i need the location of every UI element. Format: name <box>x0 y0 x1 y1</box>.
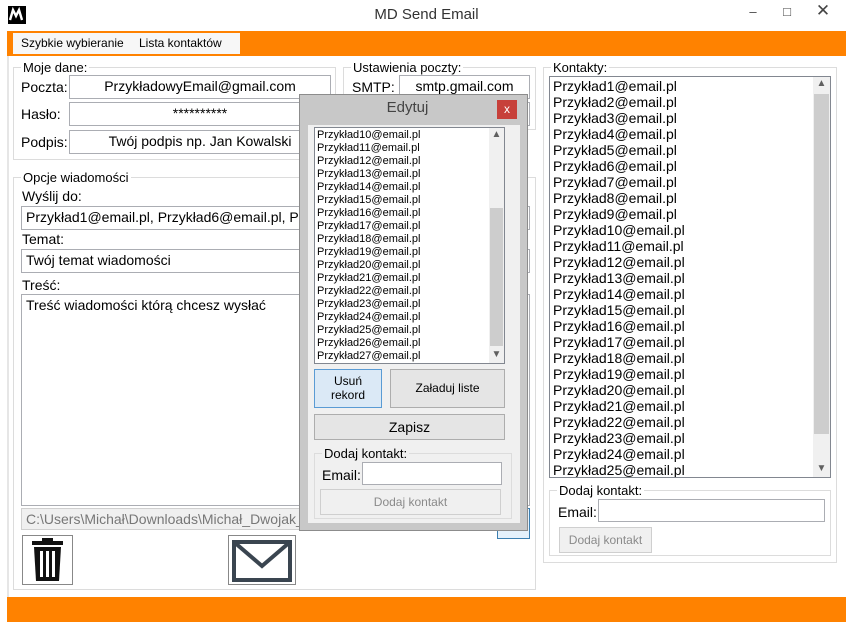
edit-dialog: Edytuj x Przykład10@email.pl Przykład11@e… <box>299 94 528 531</box>
contacts-scrollbar[interactable]: ▲ ▼ <box>813 77 830 477</box>
edit-scroll-thumb[interactable] <box>490 208 503 346</box>
edit-list-item[interactable]: Przykład11@email.pl <box>315 142 489 155</box>
contact-list-item[interactable]: Przykład15@email.pl <box>550 302 814 318</box>
title-bar: MD Send Email – □ ✕ <box>0 0 853 31</box>
contact-list-item[interactable]: Przykład7@email.pl <box>550 174 814 190</box>
contact-list-item[interactable]: Przykład16@email.pl <box>550 318 814 334</box>
dialog-email-label: Email: <box>322 467 361 483</box>
delete-record-label-1: Usuń <box>333 374 362 388</box>
subject-label: Temat: <box>22 231 65 247</box>
password-field[interactable]: ********** <box>69 102 331 126</box>
edit-list-item[interactable]: Przykład13@email.pl <box>315 168 489 181</box>
edit-list-item[interactable]: Przykład16@email.pl <box>315 207 489 220</box>
body-label: Treść: <box>22 277 61 293</box>
contact-list-item[interactable]: Przykład12@email.pl <box>550 254 814 270</box>
edit-list-item[interactable]: Przykład21@email.pl <box>315 272 489 285</box>
contact-list-item[interactable]: Przykład19@email.pl <box>550 366 814 382</box>
signature-field[interactable]: Twój podpis np. Jan Kowalski <box>69 130 331 154</box>
signature-label: Podpis: <box>21 134 68 150</box>
dialog-title: Edytuj <box>386 99 429 116</box>
add-contact-email-field[interactable] <box>598 499 825 522</box>
contact-list-item[interactable]: Przykład1@email.pl <box>550 78 814 94</box>
load-list-button[interactable]: Załaduj liste <box>390 369 505 408</box>
recipients-label: Wyślij do: <box>22 188 82 204</box>
contact-list-item[interactable]: Przykład2@email.pl <box>550 94 814 110</box>
edit-list-item[interactable]: Przykład20@email.pl <box>315 259 489 272</box>
menu-item-contact-list[interactable]: Lista kontaktów <box>131 33 230 54</box>
edit-list-item[interactable]: Przykład19@email.pl <box>315 246 489 259</box>
contact-list-item[interactable]: Przykład22@email.pl <box>550 414 814 430</box>
edit-list-item[interactable]: nowy@gmail.com <box>315 363 489 364</box>
contact-list-item[interactable]: Przykład8@email.pl <box>550 190 814 206</box>
password-label: Hasło: <box>21 106 61 122</box>
contact-list-item[interactable]: Przykład20@email.pl <box>550 382 814 398</box>
edit-list-item[interactable]: Przykład14@email.pl <box>315 181 489 194</box>
edit-list-item[interactable]: Przykład25@email.pl <box>315 324 489 337</box>
contacts-list[interactable]: Przykład1@email.pl Przykład2@email.pl Przy… <box>549 76 831 478</box>
minimize-button[interactable]: – <box>738 2 768 24</box>
close-button[interactable]: ✕ <box>800 0 846 22</box>
add-contact-legend: Dodaj kontakt: <box>559 483 643 498</box>
contact-list-item[interactable]: Przykład3@email.pl <box>550 110 814 126</box>
delete-record-button[interactable]: Usuń rekord <box>314 369 382 408</box>
add-contact-button[interactable]: Dodaj kontakt <box>559 527 652 553</box>
save-button[interactable]: Zapisz <box>314 414 505 440</box>
edit-list-item[interactable]: Przykład12@email.pl <box>315 155 489 168</box>
contact-list-item[interactable]: Przykład10@email.pl <box>550 222 814 238</box>
dialog-body: Przykład10@email.pl Przykład11@email.pl Pr… <box>308 125 520 523</box>
edit-list-item[interactable]: Przykład27@email.pl <box>315 350 489 363</box>
add-contact-email-label: Email: <box>558 504 597 520</box>
dialog-add-contact-button[interactable]: Dodaj kontakt <box>320 489 501 515</box>
contact-list-item[interactable]: Przykład13@email.pl <box>550 270 814 286</box>
menu-bar: Szybkie wybieranie Lista kontaktów <box>7 31 846 56</box>
edit-list-item[interactable]: Przykład18@email.pl <box>315 233 489 246</box>
dialog-add-contact-legend: Dodaj kontakt: <box>324 446 408 461</box>
contact-list-item[interactable]: Przykład4@email.pl <box>550 126 814 142</box>
contact-list-item[interactable]: Przykład11@email.pl <box>550 238 814 254</box>
scroll-up-icon[interactable]: ▲ <box>813 77 830 91</box>
contact-list-item[interactable]: Przykład25@email.pl <box>550 462 814 477</box>
trash-icon[interactable] <box>22 535 73 585</box>
contact-list-item[interactable]: Przykład14@email.pl <box>550 286 814 302</box>
contact-list-item[interactable]: Przykład21@email.pl <box>550 398 814 414</box>
edit-list-item[interactable]: Przykład22@email.pl <box>315 285 489 298</box>
maximize-button[interactable]: □ <box>772 2 802 24</box>
contact-list-item[interactable]: Przykład9@email.pl <box>550 206 814 222</box>
status-bar <box>7 597 846 622</box>
smtp-label: SMTP: <box>352 79 395 95</box>
edit-scroll-down-icon[interactable]: ▼ <box>489 348 504 362</box>
my-data-legend: Moje dane: <box>23 60 88 75</box>
contact-list-item[interactable]: Przykład6@email.pl <box>550 158 814 174</box>
dialog-email-field[interactable] <box>362 462 502 485</box>
window-title: MD Send Email <box>374 6 479 23</box>
menu-item-quick-dial[interactable]: Szybkie wybieranie <box>13 33 132 54</box>
message-options-legend: Opcje wiadomości <box>23 170 129 185</box>
contacts-legend: Kontakty: <box>553 60 608 75</box>
edit-list-item[interactable]: Przykład23@email.pl <box>315 298 489 311</box>
edit-list-item[interactable]: Przykład26@email.pl <box>315 337 489 350</box>
contact-list-item[interactable]: Przykład18@email.pl <box>550 350 814 366</box>
contact-list-item[interactable]: Przykład17@email.pl <box>550 334 814 350</box>
envelope-icon[interactable] <box>228 535 296 585</box>
attachment-path-field: C:\Users\Michał\Downloads\Michał_Dwojak_ <box>21 508 321 530</box>
contact-list-item[interactable]: Przykład24@email.pl <box>550 446 814 462</box>
scroll-down-icon[interactable]: ▼ <box>813 462 830 476</box>
edit-list-item[interactable]: Przykład15@email.pl <box>315 194 489 207</box>
edit-list-item[interactable]: Przykład10@email.pl <box>315 129 489 142</box>
contact-list-item[interactable]: Przykład5@email.pl <box>550 142 814 158</box>
frame-edge <box>7 56 9 597</box>
mail-settings-legend: Ustawienia poczty: <box>353 60 462 75</box>
contacts-scroll-thumb[interactable] <box>814 94 829 434</box>
contact-list-item[interactable]: Przykład23@email.pl <box>550 430 814 446</box>
edit-scrollbar[interactable]: ▲ ▼ <box>489 128 504 363</box>
email-label: Poczta: <box>21 79 68 95</box>
edit-contacts-list[interactable]: Przykład10@email.pl Przykład11@email.pl Pr… <box>314 127 505 364</box>
email-field[interactable]: PrzykładowyEmail@gmail.com <box>69 75 331 99</box>
delete-record-label-2: rekord <box>330 388 365 402</box>
dialog-close-button[interactable]: x <box>497 100 517 119</box>
edit-scroll-up-icon[interactable]: ▲ <box>489 128 504 142</box>
edit-list-item[interactable]: Przykład24@email.pl <box>315 311 489 324</box>
edit-list-item[interactable]: Przykład17@email.pl <box>315 220 489 233</box>
